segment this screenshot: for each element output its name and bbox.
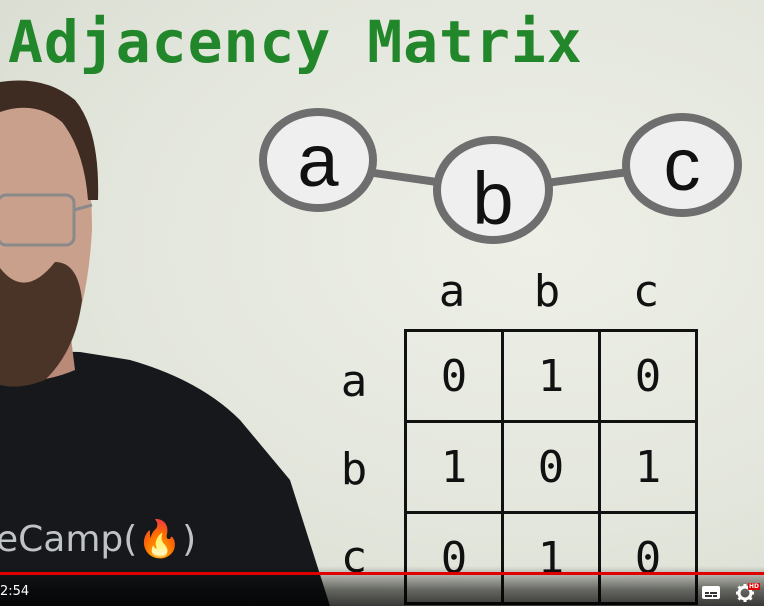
progress-fill <box>0 572 764 575</box>
shirt-logo-text: eCamp(🔥) <box>0 519 197 560</box>
progress-bar[interactable] <box>0 572 764 575</box>
hd-badge: HD <box>748 583 761 590</box>
time-display: 2:54 <box>0 584 30 599</box>
presenter-image <box>0 80 330 606</box>
video-frame[interactable]: Adjacency Matrix a b c a b c a b c 0 1 0… <box>0 0 764 606</box>
subtitles-icon[interactable] <box>700 582 722 602</box>
